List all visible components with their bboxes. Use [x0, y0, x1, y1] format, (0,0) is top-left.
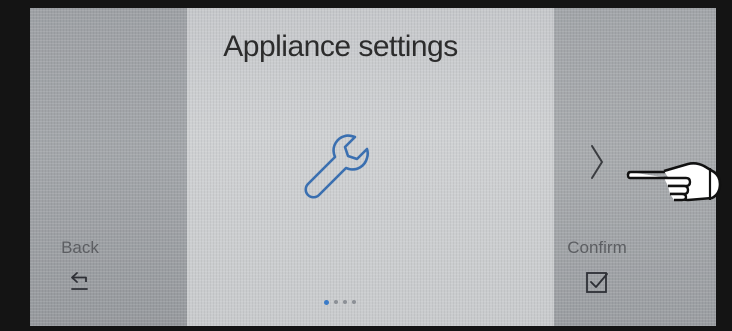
device-bezel: Appliance settings Back Confirm — [0, 0, 732, 331]
back-arrow-icon — [71, 272, 88, 290]
checkbox-check-icon — [586, 272, 608, 293]
page-dot — [324, 299, 329, 305]
page-title: Appliance settings — [223, 30, 458, 63]
page-dot — [343, 300, 347, 304]
confirm-button[interactable]: Confirm — [552, 238, 642, 302]
confirm-label: Confirm — [567, 238, 627, 257]
page-dot — [352, 300, 356, 304]
pointing-hand-icon — [626, 162, 722, 202]
page-dot — [334, 300, 338, 304]
page-indicator — [320, 298, 360, 306]
back-label: Back — [61, 238, 99, 257]
wrench-icon[interactable] — [299, 128, 375, 204]
chevron-right-icon[interactable] — [586, 140, 608, 184]
back-button[interactable]: Back — [45, 238, 115, 302]
